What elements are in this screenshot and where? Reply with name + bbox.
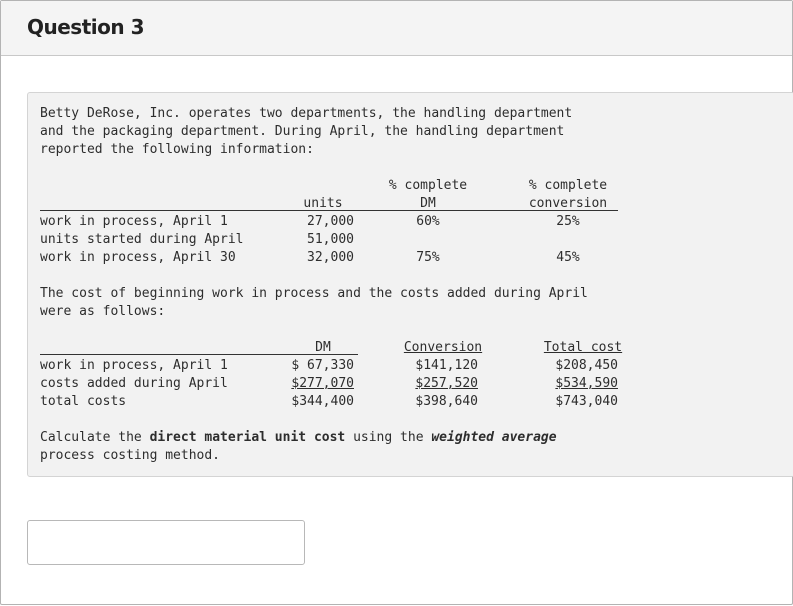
cost-row-2-label: costs added during April <box>40 376 228 391</box>
cost-row-3-conv: $398,640 <box>415 394 478 409</box>
cost-total-header: Total cost <box>543 340 623 355</box>
cost-row-2-dm: $277,070 <box>291 376 354 391</box>
question-panel: Betty DeRose, Inc. operates two departme… <box>27 92 793 477</box>
answer-input[interactable] <box>27 520 305 565</box>
units-row-2-units: 51,000 <box>307 232 354 247</box>
instruction-mid: using the <box>345 430 432 445</box>
units-row-3-conv: 45% <box>556 250 580 265</box>
units-row-2-label: units started during April <box>40 232 244 247</box>
units-row-1-units: 27,000 <box>307 214 354 229</box>
cost-conv-header: Conversion <box>403 340 483 355</box>
cost-intro-line-1: The cost of beginning work in process an… <box>40 286 588 301</box>
cost-row-1-dm: $ 67,330 <box>291 358 354 373</box>
units-row-3-dm: 75% <box>416 250 440 265</box>
dm-header-top: % complete <box>388 178 468 193</box>
units-row-3-label: work in process, April 30 <box>40 250 236 265</box>
units-row-3-units: 32,000 <box>307 250 354 265</box>
cost-row-1-conv: $141,120 <box>415 358 478 373</box>
cost-row-3-dm: $344,400 <box>291 394 354 409</box>
instruction-italic: weighted average <box>431 430 557 445</box>
instruction-pre: Calculate the <box>40 430 150 445</box>
instruction-line-2: process costing method. <box>40 448 221 463</box>
question-header: Question 3 <box>1 1 792 56</box>
units-row-1-label: work in process, April 1 <box>40 214 228 229</box>
instruction-bold: direct material unit cost <box>149 430 346 445</box>
cost-row-1-total: $208,450 <box>555 358 618 373</box>
cost-row-2-total: $534,590 <box>555 376 618 391</box>
cost-row-2-conv: $257,520 <box>415 376 478 391</box>
intro-line-1: Betty DeRose, Inc. operates two departme… <box>40 106 573 121</box>
intro-line-2: and the packaging department. During Apr… <box>40 124 565 139</box>
intro-line-3: reported the following information: <box>40 142 314 157</box>
question-title: Question 3 <box>27 15 144 39</box>
cost-intro-line-2: were as follows: <box>40 304 166 319</box>
question-card: Question 3 Betty DeRose, Inc. operates t… <box>0 0 793 605</box>
cost-row-3-total: $743,040 <box>555 394 618 409</box>
units-row-1-dm: 60% <box>416 214 440 229</box>
instruction-line-1: Calculate the direct material unit cost … <box>40 429 557 447</box>
cost-header-rule <box>40 354 358 355</box>
cost-row-1-label: work in process, April 1 <box>40 358 228 373</box>
units-row-1-conv: 25% <box>556 214 580 229</box>
conv-header-top: % complete <box>528 178 608 193</box>
units-header-rule <box>40 210 618 211</box>
cost-row-3-label: total costs <box>40 394 127 409</box>
